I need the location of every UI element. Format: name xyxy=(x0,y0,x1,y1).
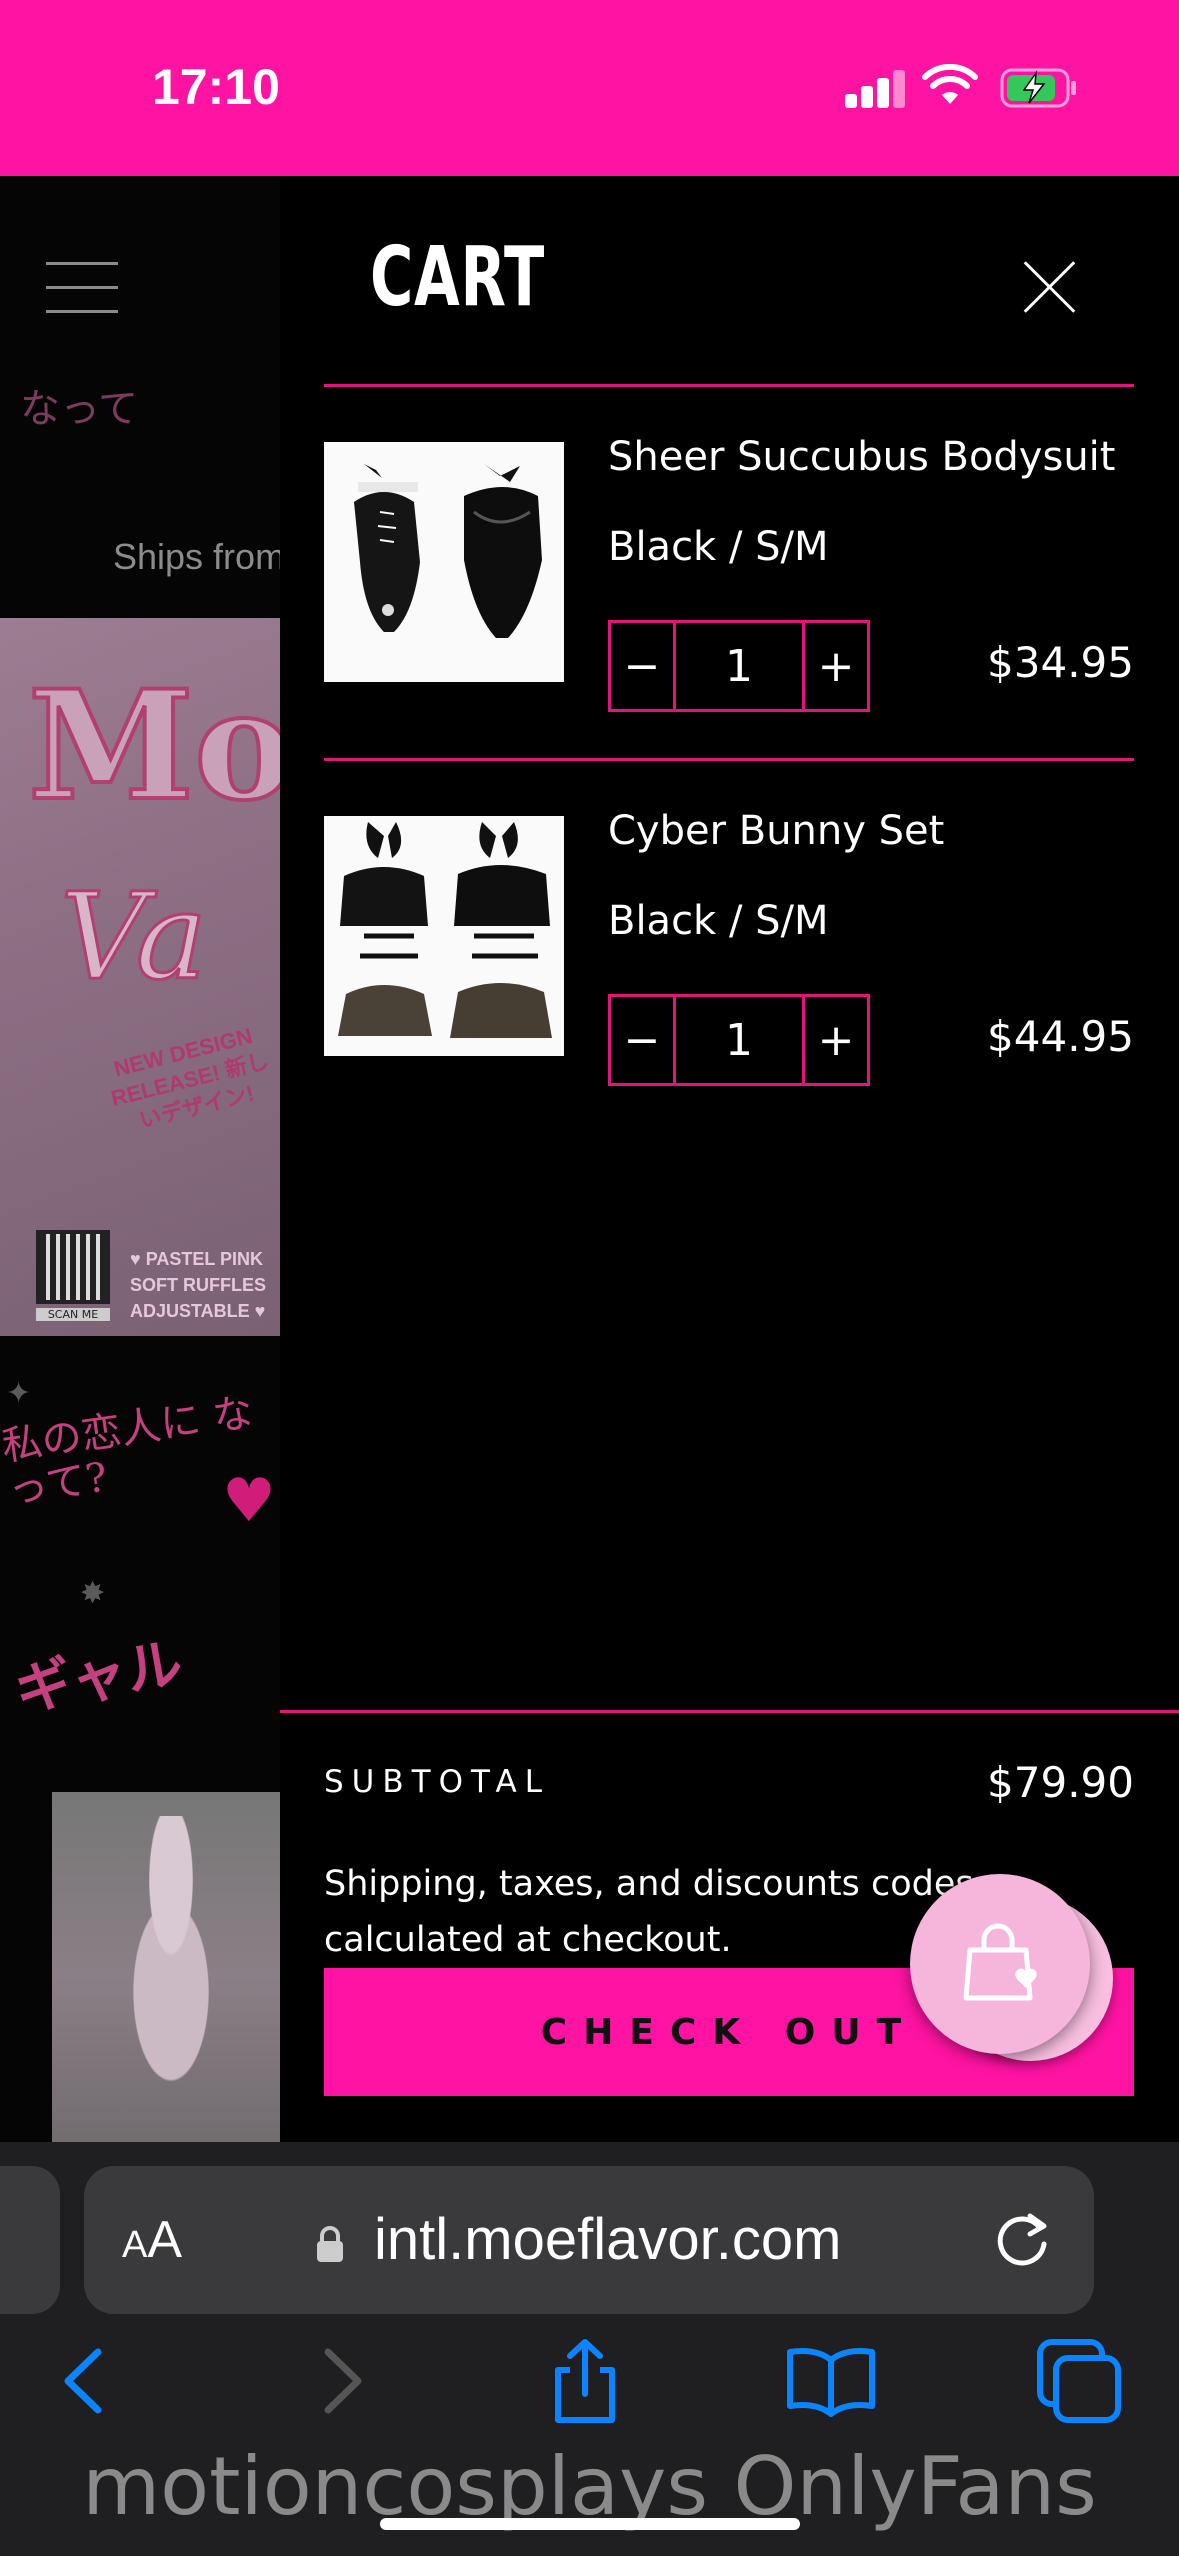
cart-drawer: CART Sheer Succubus Bodysuit Black / S/M… xyxy=(280,176,1179,2142)
banner-title-part: Mo xyxy=(26,656,280,836)
back-icon[interactable] xyxy=(40,2336,130,2426)
banner-feature: ADJUSTABLE ♥ xyxy=(130,1301,266,1321)
status-time: 17:10 xyxy=(152,59,280,115)
banner-feature: SOFT RUFFLES xyxy=(130,1275,266,1295)
qr-code-icon xyxy=(36,1230,110,1304)
previous-tab-peek[interactable] xyxy=(0,2166,60,2314)
aa-big: A xyxy=(147,2211,183,2269)
battery-charging-icon xyxy=(1000,68,1076,108)
hamburger-icon[interactable] xyxy=(46,262,118,314)
background-page: なって Ships from Mo Va NEW DESIGN RELEASE!… xyxy=(0,176,280,2142)
home-indicator[interactable] xyxy=(380,2518,800,2530)
item-name[interactable]: Sheer Succubus Bodysuit xyxy=(608,434,1115,480)
divider xyxy=(324,384,1134,387)
quantity-value[interactable]: 1 xyxy=(673,997,805,1083)
share-icon[interactable] xyxy=(540,2336,630,2426)
reader-settings-button[interactable]: AA xyxy=(122,2210,182,2270)
item-name[interactable]: Cyber Bunny Set xyxy=(608,808,944,854)
bodysuit-illustration xyxy=(324,442,564,682)
address-bar[interactable]: AA intl.moeflavor.com xyxy=(84,2166,1094,2314)
banner-release-text: NEW DESIGN RELEASE! 新しいデザイン! xyxy=(108,1023,272,1134)
sparkle-icon: ✦ xyxy=(6,1376,32,1411)
jp-deco-top: なって xyxy=(20,386,138,432)
cellular-signal-icon xyxy=(845,70,907,108)
quantity-value[interactable]: 1 xyxy=(673,623,805,709)
banner-title-part-2: Va xyxy=(58,867,208,1009)
product-image-succubus-bodysuit[interactable] xyxy=(324,442,564,682)
sparkle-icon: ✸ xyxy=(80,1576,106,1611)
aa-small: A xyxy=(122,2224,148,2266)
tabs-icon[interactable] xyxy=(1034,2336,1124,2426)
quantity-stepper: − 1 + xyxy=(608,620,870,712)
qr-label: SCAN ME xyxy=(36,1308,110,1321)
quantity-stepper: − 1 + xyxy=(608,994,870,1086)
reload-icon[interactable] xyxy=(990,2206,1056,2272)
bunny-set-illustration xyxy=(324,816,564,1056)
forward-icon[interactable] xyxy=(296,2336,386,2426)
banner-features: ♥ PASTEL PINK SOFT RUFFLES ADJUSTABLE ♥ xyxy=(130,1246,266,1324)
bookmarks-icon[interactable] xyxy=(786,2336,876,2426)
status-bar: 17:10 xyxy=(0,0,1179,176)
close-icon[interactable] xyxy=(1020,258,1078,316)
increase-quantity-button[interactable]: + xyxy=(805,623,867,709)
item-variant: Black / S/M xyxy=(608,898,829,944)
item-variant: Black / S/M xyxy=(608,524,829,570)
cart-title: CART xyxy=(370,230,545,325)
wishlist-button[interactable] xyxy=(910,1874,1090,2054)
gyaru-deco-text: ギャル xyxy=(10,1630,188,1725)
product-image-cyber-bunny-set[interactable] xyxy=(324,816,564,1056)
product-photo-figure xyxy=(96,1816,246,2136)
increase-quantity-button[interactable]: + xyxy=(805,997,867,1083)
wifi-icon xyxy=(922,64,978,104)
shopping-bag-heart-icon xyxy=(963,1923,1037,2001)
footer-divider xyxy=(280,1710,1179,1713)
divider xyxy=(324,758,1134,761)
heart-icon: ♥ xyxy=(222,1466,276,1536)
lock-icon xyxy=(317,2226,343,2262)
decrease-quantity-button[interactable]: − xyxy=(611,623,673,709)
banner-feature: ♥ PASTEL PINK xyxy=(130,1249,264,1269)
item-price: $44.95 xyxy=(987,1012,1134,1061)
subtotal-value: $79.90 xyxy=(987,1758,1134,1807)
ships-from-text: Ships from xyxy=(113,536,280,577)
subtotal-label: SUBTOTAL xyxy=(324,1764,550,1800)
decrease-quantity-button[interactable]: − xyxy=(611,997,673,1083)
item-price: $34.95 xyxy=(987,638,1134,687)
url-text[interactable]: intl.moeflavor.com xyxy=(374,2206,841,2273)
promo-banner[interactable]: Mo Va NEW DESIGN RELEASE! 新しいデザイン! SCAN … xyxy=(0,618,280,1336)
